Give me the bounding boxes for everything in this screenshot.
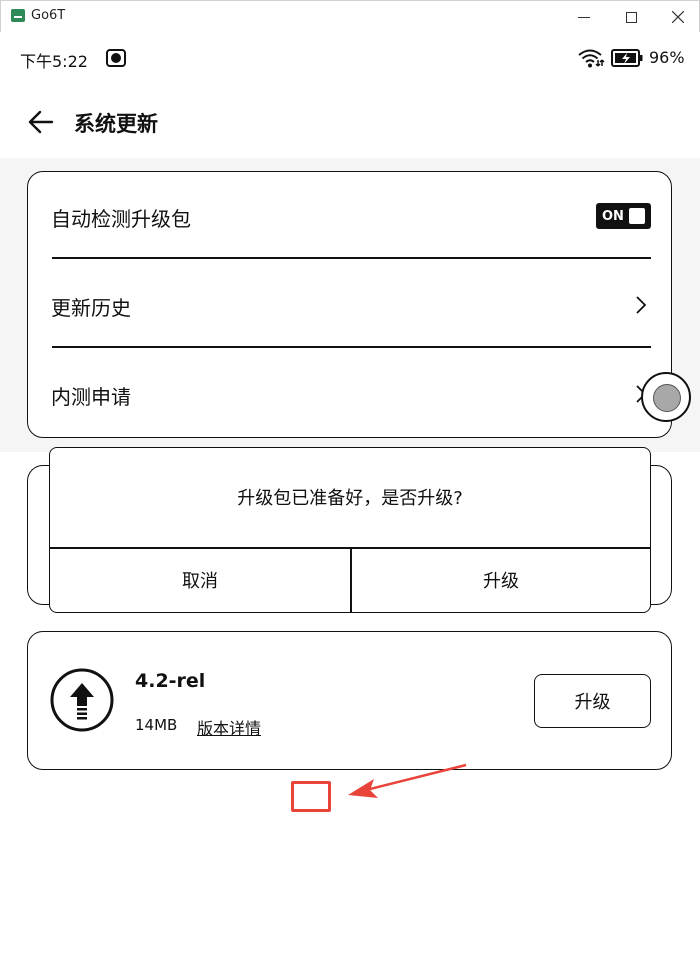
auto-check-row[interactable]: 自动检测升级包 ON	[28, 172, 671, 260]
status-bar: 下午5:22 96%	[0, 32, 700, 84]
chevron-right-icon	[636, 296, 647, 314]
beta-apply-label: 内测申请	[51, 385, 131, 409]
close-icon	[672, 11, 684, 23]
upgrade-button[interactable]: 升级	[534, 674, 651, 728]
version-details-link[interactable]: 版本详情	[197, 715, 261, 739]
maximize-button[interactable]	[608, 1, 654, 33]
update-history-label: 更新历史	[51, 296, 131, 320]
wifi-icon	[578, 49, 605, 68]
battery-icon	[611, 49, 643, 67]
minimize-button[interactable]	[561, 1, 607, 33]
divider	[52, 346, 651, 348]
toggle-state-label: ON	[602, 208, 624, 224]
package-card: 4.2-rel 14MB 版本详情 升级	[27, 631, 672, 770]
package-size: 14MB	[135, 716, 178, 734]
dialog-upgrade-button[interactable]: 升级	[351, 548, 651, 612]
upgrade-confirm-dialog: 升级包已准备好，是否升级? 取消 升级	[49, 447, 651, 613]
app-icon	[11, 9, 25, 22]
auto-check-label: 自动检测升级包	[51, 207, 191, 231]
close-button[interactable]	[655, 1, 700, 33]
auto-check-toggle[interactable]: ON	[596, 203, 651, 229]
beta-apply-row[interactable]: 内测申请	[28, 350, 671, 438]
dialog-message: 升级包已准备好，是否升级?	[237, 488, 463, 509]
touch-indicator-icon	[641, 372, 691, 422]
sync-icon	[106, 49, 126, 67]
upgrade-arrow-icon	[50, 668, 114, 732]
status-time: 下午5:22	[20, 52, 88, 71]
annotation-arrow-icon	[348, 763, 467, 798]
page-title: 系统更新	[74, 112, 158, 136]
page-header: 系统更新	[0, 94, 700, 158]
toggle-knob	[629, 208, 645, 224]
update-history-row[interactable]: 更新历史	[28, 261, 671, 349]
settings-card: 自动检测升级包 ON 更新历史 内测申请	[27, 171, 672, 438]
annotation-highlight-box	[291, 781, 331, 812]
back-arrow-icon[interactable]	[26, 106, 58, 138]
dialog-cancel-button[interactable]: 取消	[50, 548, 350, 612]
divider	[52, 257, 651, 259]
package-version: 4.2-rel	[135, 670, 206, 692]
window-title: Go6T	[31, 8, 66, 23]
minimize-icon	[578, 16, 590, 18]
maximize-icon	[625, 11, 637, 23]
battery-percentage: 96%	[649, 48, 685, 67]
window-titlebar: Go6T	[0, 0, 700, 32]
